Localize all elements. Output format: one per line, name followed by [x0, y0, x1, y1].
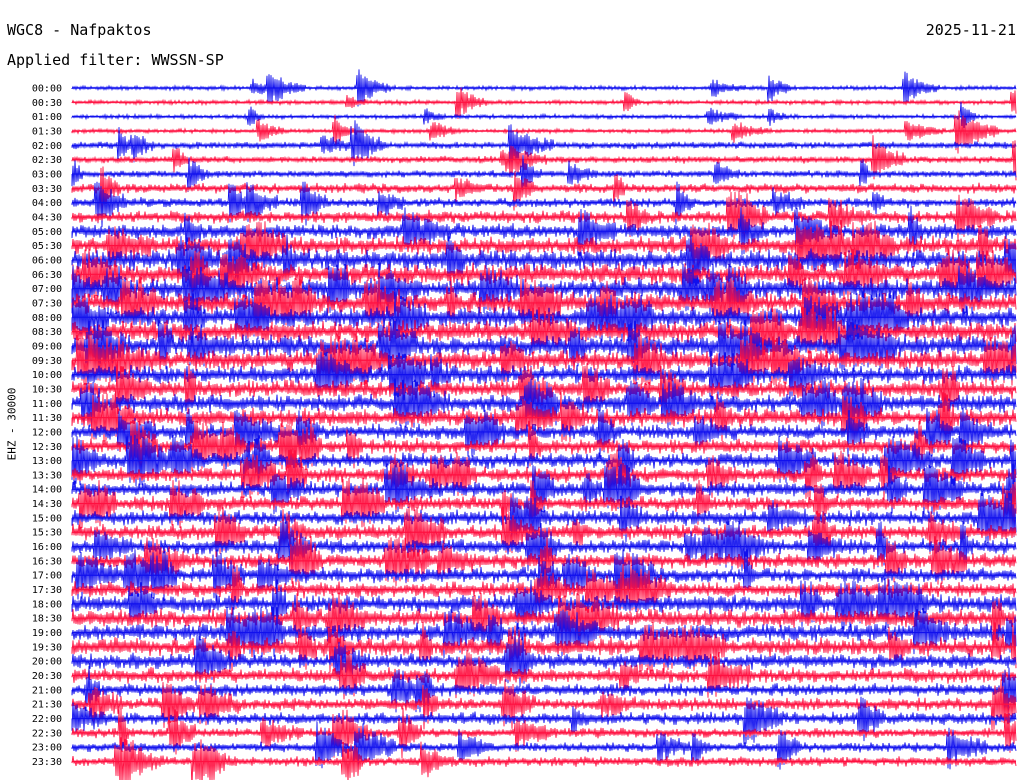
time-tick-label: 14:00 [32, 485, 62, 496]
time-tick-label: 00:30 [32, 98, 62, 109]
helicorder-figure: WGC8 - Nafpaktos 2025-11-21 Applied filt… [0, 0, 1024, 780]
time-tick-label: 13:00 [32, 456, 62, 467]
time-tick-label: 08:30 [32, 327, 62, 338]
time-tick-label: 05:30 [32, 241, 62, 252]
trace-line [71, 101, 1017, 129]
time-tick-label: 00:00 [32, 84, 62, 95]
time-tick-label: 20:00 [32, 657, 62, 668]
time-tick-label: 02:00 [32, 141, 62, 152]
time-tick-label: 19:00 [32, 628, 62, 639]
time-tick-label: 10:00 [32, 370, 62, 381]
time-tick-label: 07:30 [32, 298, 62, 309]
time-tick-label: 14:30 [32, 499, 62, 510]
time-tick-label: 22:30 [32, 728, 62, 739]
time-tick-label: 01:00 [32, 112, 62, 123]
time-tick-label: 15:00 [32, 513, 62, 524]
time-tick-label: 13:30 [32, 470, 62, 481]
time-tick-label: 11:00 [32, 399, 62, 410]
time-tick-label: 17:30 [32, 585, 62, 596]
time-tick-label: 09:00 [32, 341, 62, 352]
time-tick-label: 18:00 [32, 599, 62, 610]
time-tick-label: 20:30 [32, 671, 62, 682]
time-tick-label: 04:30 [32, 212, 62, 223]
time-tick-label: 05:00 [32, 227, 62, 238]
time-tick-labels: 00:00 00:30 01:00 01:30 02:00 02:30 03:00 03:30… [32, 84, 62, 769]
time-tick-label: 22:00 [32, 714, 62, 725]
time-tick-label: 12:00 [32, 427, 62, 438]
time-tick-label: 11:30 [32, 413, 62, 424]
helicorder-plot: 00:00 00:30 01:00 01:30 02:00 02:30 03:00 03:30… [32, 69, 1017, 780]
trace-line [71, 737, 1017, 780]
time-tick-label: 18:30 [32, 614, 62, 625]
time-tick-label: 02:30 [32, 155, 62, 166]
time-tick-label: 17:00 [32, 571, 62, 582]
time-tick-label: 10:30 [32, 384, 62, 395]
time-tick-label: 23:00 [32, 743, 62, 754]
trace-lines [71, 69, 1017, 780]
time-tick-label: 21:30 [32, 700, 62, 711]
time-tick-label: 03:00 [32, 169, 62, 180]
trace-line [71, 87, 1017, 120]
time-tick-label: 06:00 [32, 255, 62, 266]
time-tick-label: 03:30 [32, 184, 62, 195]
time-tick-label: 06:30 [32, 270, 62, 281]
time-tick-label: 21:00 [32, 685, 62, 696]
time-tick-label: 16:30 [32, 556, 62, 567]
time-tick-label: 04:00 [32, 198, 62, 209]
time-tick-label: 01:30 [32, 126, 62, 137]
time-tick-label: 09:30 [32, 356, 62, 367]
time-tick-label: 07:00 [32, 284, 62, 295]
time-tick-label: 08:00 [32, 313, 62, 324]
time-tick-label: 15:30 [32, 528, 62, 539]
time-tick-label: 19:30 [32, 642, 62, 653]
time-tick-label: 12:30 [32, 442, 62, 453]
time-tick-label: 23:30 [32, 757, 62, 768]
time-tick-label: 16:00 [32, 542, 62, 553]
